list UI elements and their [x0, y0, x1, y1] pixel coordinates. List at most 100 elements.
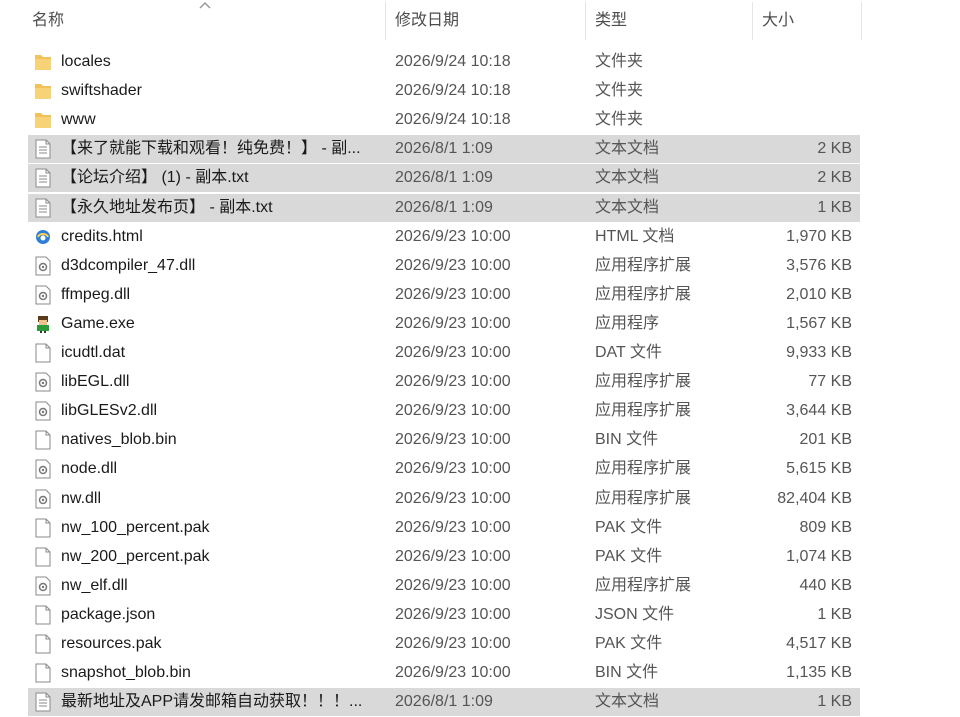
game-exe-icon — [34, 314, 52, 334]
file-row[interactable]: www 2026/9/24 10:18 文件夹 — [28, 106, 860, 134]
file-row[interactable]: locales 2026/9/24 10:18 文件夹 — [28, 48, 860, 76]
file-type: BIN 文件 — [595, 664, 659, 682]
file-modified-date: 2026/8/1 1:09 — [395, 693, 493, 711]
file-name: 【来了就能下载和观看！纯免费！】 - 副... — [61, 140, 361, 158]
file-name: resources.pak — [61, 635, 162, 652]
file-name: nw_100_percent.pak — [61, 518, 210, 536]
file-modified-date: 2026/9/23 10:00 — [395, 518, 511, 536]
file-name: icudtl.dat — [61, 344, 126, 361]
file-name: 【永久地址发布页】 - 副本.txt — [61, 198, 273, 216]
file-size: 201 KB — [799, 431, 852, 449]
folder-icon — [34, 110, 52, 130]
file-type: 应用程序扩展 — [595, 402, 692, 420]
file-row[interactable]: libEGL.dll 2026/9/23 10:00 应用程序扩展 77 KB — [28, 368, 860, 396]
file-size: 809 KB — [799, 518, 852, 536]
file-name: 最新地址及APP请发邮箱自动获取！！！... — [61, 693, 363, 711]
file-name: d3dcompiler_47.dll — [61, 256, 196, 274]
file-size: 2,010 KB — [786, 285, 852, 303]
file-type: 文本文档 — [595, 169, 660, 187]
file-modified-date: 2026/9/23 10:00 — [395, 373, 511, 391]
file-row[interactable]: libGLESv2.dll 2026/9/23 10:00 应用程序扩展 3,644 … — [28, 397, 860, 425]
file-size: 3,576 KB — [786, 256, 852, 274]
file-modified-date: 2026/9/23 10:00 — [395, 285, 511, 303]
file-type: 应用程序扩展 — [595, 489, 692, 507]
file-size: 2 KB — [817, 140, 852, 158]
file-modified-date: 2026/9/23 10:00 — [395, 256, 511, 274]
text-file-icon — [34, 692, 52, 712]
file-row[interactable]: 【来了就能下载和观看！纯免费！】 - 副... 2026/8/1 1:09 文本文档… — [28, 135, 860, 164]
file-type: 应用程序扩展 — [595, 256, 692, 274]
file-row[interactable]: 【永久地址发布页】 - 副本.txt 2026/8/1 1:09 文本文档 1 KB — [28, 193, 860, 222]
file-size: 440 KB — [799, 576, 852, 594]
folder-icon — [34, 52, 52, 72]
file-name: locales — [61, 53, 111, 70]
file-modified-date: 2026/9/23 10:00 — [395, 344, 511, 361]
file-name: snapshot_blob.bin — [61, 664, 191, 682]
column-header-type[interactable]: 类型 — [595, 0, 745, 42]
file-type: 文件夹 — [595, 82, 644, 100]
text-file-icon — [34, 168, 52, 188]
file-name: www — [61, 111, 96, 129]
file-type: PAK 文件 — [595, 547, 663, 565]
file-size: 77 KB — [808, 373, 852, 391]
file-name: node.dll — [61, 460, 118, 478]
file-row[interactable]: d3dcompiler_47.dll 2026/9/23 10:00 应用程序扩展 3… — [28, 252, 860, 280]
file-modified-date: 2026/9/23 10:00 — [395, 635, 511, 652]
column-header-date[interactable]: 修改日期 — [395, 0, 575, 42]
blank-file-icon — [34, 605, 52, 625]
file-modified-date: 2026/9/24 10:18 — [395, 53, 511, 70]
blank-file-icon — [34, 663, 52, 683]
file-row[interactable]: node.dll 2026/9/23 10:00 应用程序扩展 5,615 KB — [28, 455, 860, 483]
file-size: 1,567 KB — [786, 314, 852, 332]
file-size: 1,135 KB — [786, 664, 852, 682]
file-name: ffmpeg.dll — [61, 285, 131, 303]
file-modified-date: 2026/8/1 1:09 — [395, 198, 493, 216]
file-modified-date: 2026/8/1 1:09 — [395, 140, 493, 158]
file-type: 应用程序扩展 — [595, 576, 692, 594]
file-row[interactable]: nw_elf.dll 2026/9/23 10:00 应用程序扩展 440 KB — [28, 572, 860, 600]
file-size: 4,517 KB — [786, 635, 852, 652]
file-row[interactable]: nw_200_percent.pak 2026/9/23 10:00 PAK 文件 1… — [28, 543, 860, 571]
file-row[interactable]: resources.pak 2026/9/23 10:00 PAK 文件 4,517 … — [28, 630, 860, 658]
file-row[interactable]: snapshot_blob.bin 2026/9/23 10:00 BIN 文件 1,… — [28, 659, 860, 687]
column-divider[interactable] — [861, 2, 862, 40]
blank-file-icon — [34, 547, 52, 567]
file-size: 2 KB — [817, 169, 852, 187]
file-row[interactable]: 【论坛介绍】 (1) - 副本.txt 2026/8/1 1:09 文本文档 2 KB — [28, 164, 860, 193]
file-modified-date: 2026/9/24 10:18 — [395, 111, 511, 129]
file-type: PAK 文件 — [595, 635, 663, 652]
column-divider[interactable] — [385, 2, 386, 40]
column-divider[interactable] — [585, 2, 586, 40]
file-modified-date: 2026/9/23 10:00 — [395, 576, 511, 594]
file-type: 文本文档 — [595, 693, 660, 711]
column-header-name[interactable]: 名称 — [32, 0, 372, 42]
file-size: 1 KB — [817, 605, 852, 623]
file-type: HTML 文档 — [595, 227, 675, 245]
file-row[interactable]: package.json 2026/9/23 10:00 JSON 文件 1 KB — [28, 601, 860, 629]
file-size: 1,074 KB — [786, 547, 852, 565]
file-size: 1 KB — [817, 693, 852, 711]
file-row[interactable]: 最新地址及APP请发邮箱自动获取！！！... 2026/8/1 1:09 文本文档 1… — [28, 688, 860, 717]
file-row[interactable]: ffmpeg.dll 2026/9/23 10:00 应用程序扩展 2,010 KB — [28, 281, 860, 309]
file-name: nw_elf.dll — [61, 576, 128, 594]
file-modified-date: 2026/9/23 10:00 — [395, 489, 511, 507]
file-row[interactable]: natives_blob.bin 2026/9/23 10:00 BIN 文件 201… — [28, 426, 860, 454]
column-header-size[interactable]: 大小 — [762, 0, 852, 42]
file-size: 9,933 KB — [786, 344, 852, 361]
file-size: 82,404 KB — [777, 489, 852, 507]
file-size: 1,970 KB — [786, 227, 852, 245]
dll-file-icon — [34, 285, 52, 305]
file-row[interactable]: nw_100_percent.pak 2026/9/23 10:00 PAK 文件 8… — [28, 514, 860, 542]
column-divider[interactable] — [752, 2, 753, 40]
dll-file-icon — [34, 576, 52, 596]
file-row[interactable]: icudtl.dat 2026/9/23 10:00 DAT 文件 9,933 KB — [28, 339, 860, 367]
file-row[interactable]: nw.dll 2026/9/23 10:00 应用程序扩展 82,404 KB — [28, 485, 860, 513]
file-row[interactable]: swiftshader 2026/9/24 10:18 文件夹 — [28, 77, 860, 105]
file-modified-date: 2026/9/23 10:00 — [395, 605, 511, 623]
file-modified-date: 2026/9/23 10:00 — [395, 402, 511, 420]
file-row[interactable]: Game.exe 2026/9/23 10:00 应用程序 1,567 KB — [28, 310, 860, 338]
file-row[interactable]: credits.html 2026/9/23 10:00 HTML 文档 1,970 … — [28, 223, 860, 251]
folder-icon — [34, 81, 52, 101]
text-file-icon — [34, 198, 52, 218]
file-size: 1 KB — [817, 198, 852, 216]
